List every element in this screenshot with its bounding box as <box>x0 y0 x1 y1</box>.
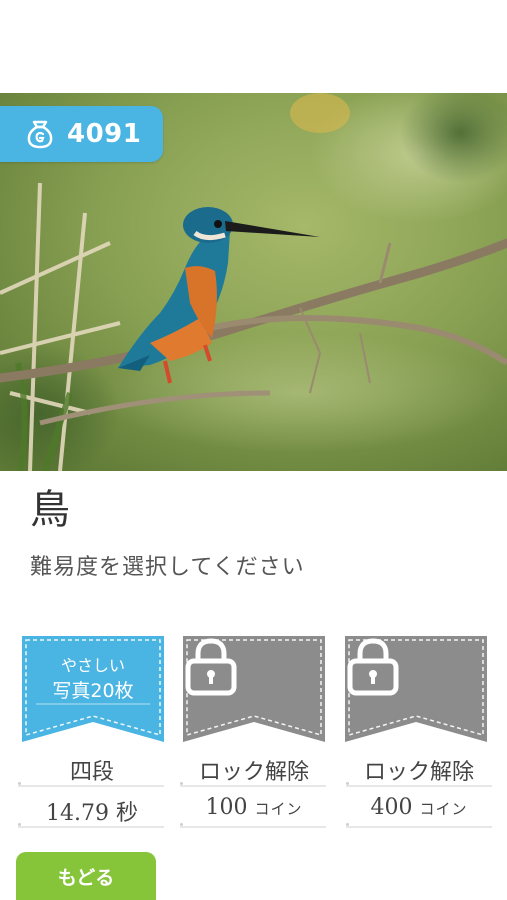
best-time-value: 14.79 <box>46 801 109 826</box>
lock-icon <box>185 638 237 696</box>
difficulty-label: やさしい <box>60 656 125 675</box>
unlock-price: 400 コイン <box>344 795 494 820</box>
unlock-label: ロック解除 <box>363 760 474 785</box>
best-time-unit: 秒 <box>115 801 138 826</box>
unlock-label: ロック解除 <box>198 760 309 785</box>
back-button[interactable]: もどる <box>16 852 156 900</box>
difficulty-card-locked-100[interactable] <box>183 636 325 742</box>
lock-icon <box>347 638 399 696</box>
coin-balance-badge: 4091 <box>0 106 163 162</box>
unlock-price-value: 400 <box>370 795 413 820</box>
unlock-price-unit: コイン <box>419 800 468 818</box>
unlock-price-value: 100 <box>205 795 248 820</box>
unlock-price: 100 コイン <box>179 795 329 820</box>
best-time: 14.79 秒 <box>17 795 167 827</box>
difficulty-card-locked-400[interactable] <box>345 636 487 742</box>
divider <box>180 782 326 787</box>
unlock-price-unit: コイン <box>254 800 303 818</box>
difficulty-card-easy[interactable]: やさしい 写真20枚 <box>22 636 164 742</box>
coin-count: 4091 <box>67 119 142 149</box>
divider <box>180 823 326 828</box>
divider <box>346 782 492 787</box>
difficulty-prompt: 難易度を選択してください <box>30 555 305 580</box>
rank-label: 四段 <box>69 760 114 785</box>
category-title: 鳥 <box>30 487 70 533</box>
photo-count-label: 写真20枚 <box>52 680 134 702</box>
divider <box>18 823 164 828</box>
divider <box>346 823 492 828</box>
divider <box>18 782 164 787</box>
coin-bag-icon <box>27 120 53 149</box>
